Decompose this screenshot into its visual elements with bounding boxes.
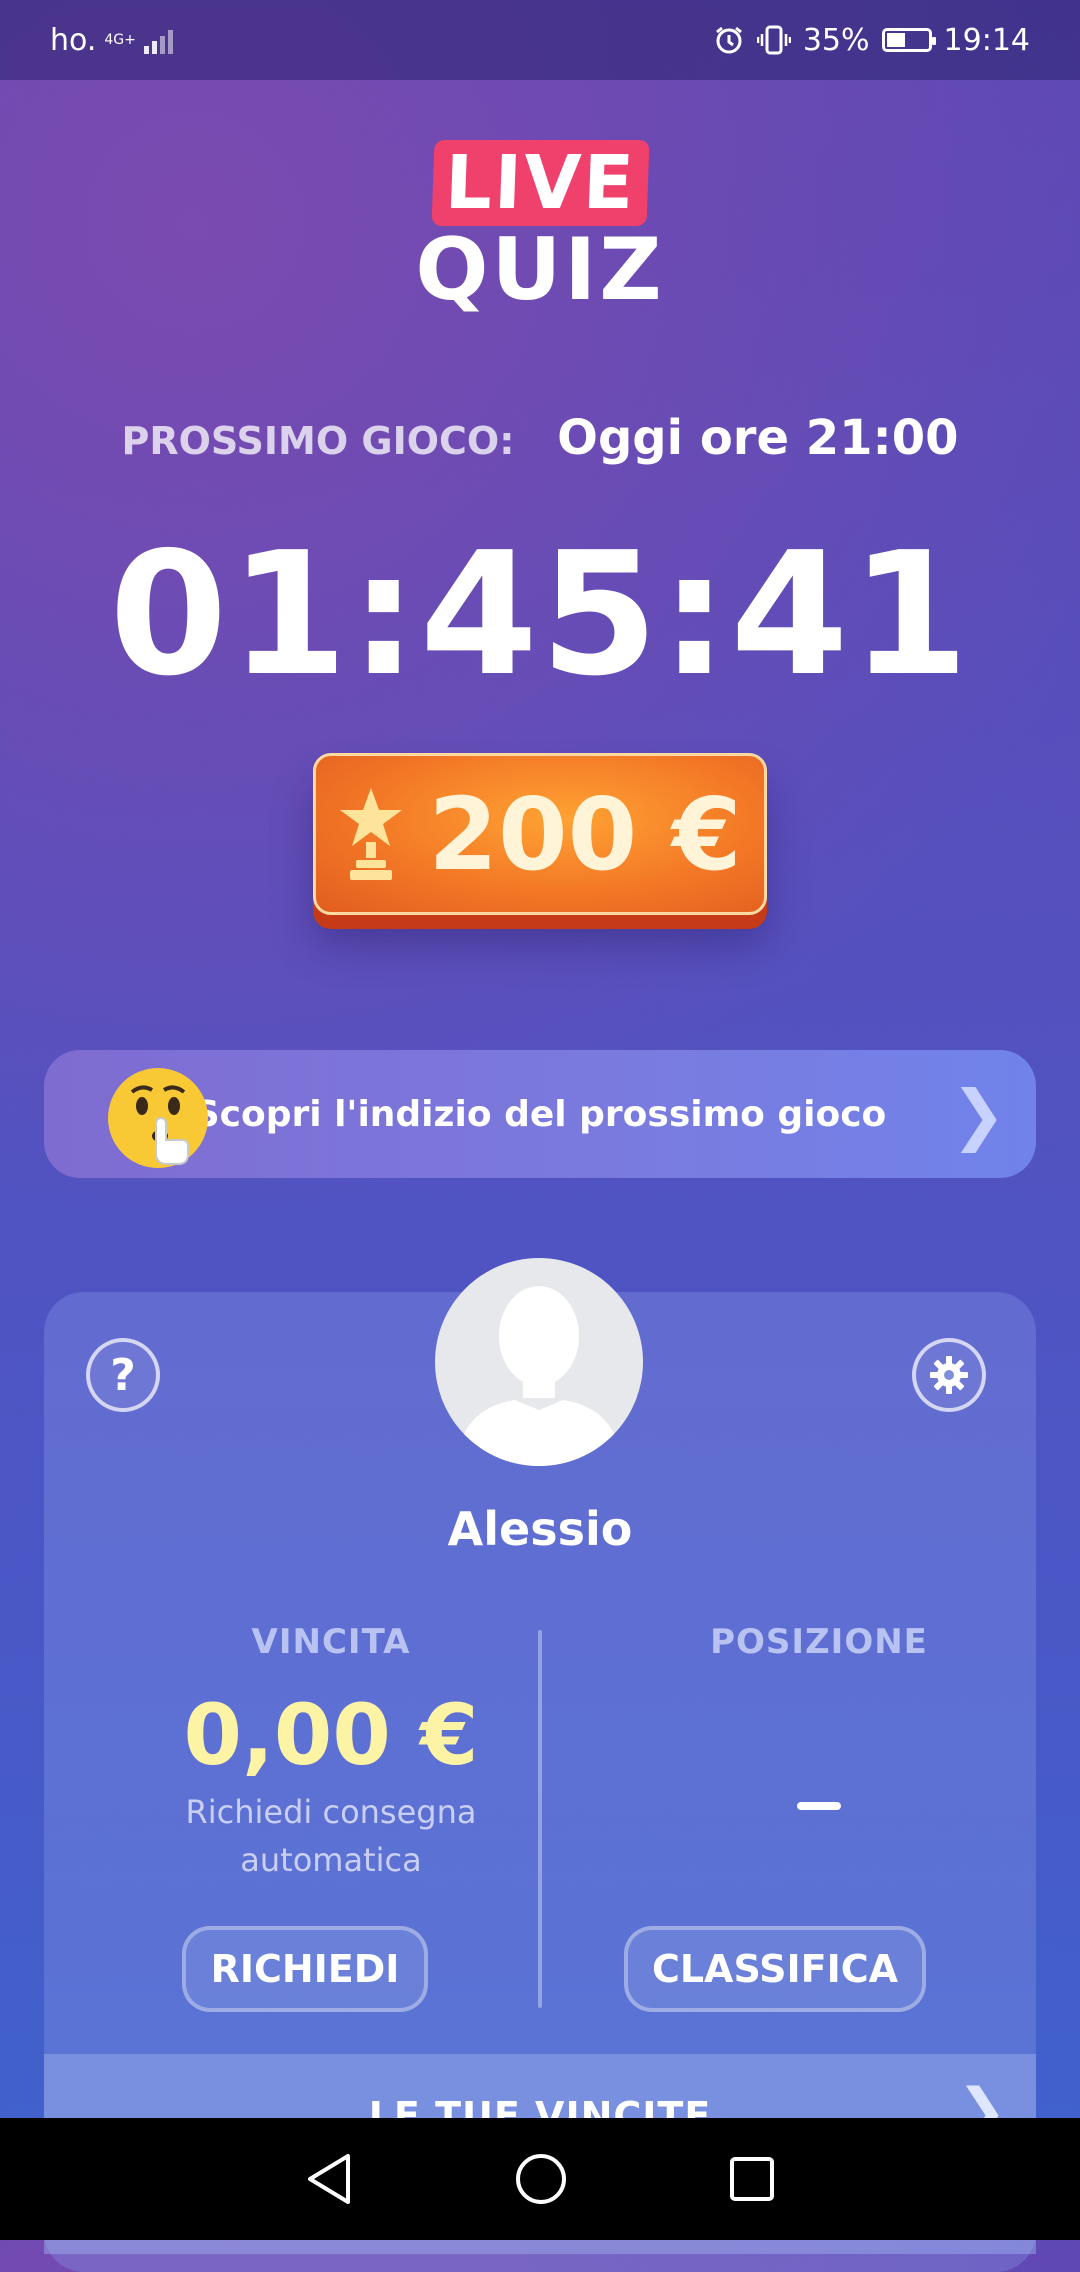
settings-button[interactable] (912, 1338, 986, 1412)
recents-icon[interactable] (728, 2155, 776, 2203)
user-silhouette-icon (455, 1286, 623, 1466)
battery-percent: 35% (802, 22, 870, 58)
status-left: ho. 4G+ (50, 23, 173, 58)
chevron-right-icon: ❯ (950, 1076, 1006, 1153)
battery-icon (881, 28, 936, 52)
next-game-label: PROSSIMO GIOCO: (121, 419, 515, 463)
network-type: 4G+ (104, 32, 136, 48)
app-logo: LIVE QUIZ (0, 140, 1080, 316)
status-bar: ho. 4G+ 35% 19:14 (0, 0, 1080, 80)
help-icon: ? (110, 1349, 136, 1401)
position-title: POSIZIONE (710, 1622, 928, 1662)
countdown-timer: 01:45:41 (109, 516, 971, 714)
next-game-time: Oggi ore 21:00 (557, 410, 959, 466)
system-nav-bar (0, 2118, 1080, 2240)
next-game: PROSSIMO GIOCO: Oggi ore 21:00 (0, 410, 1080, 466)
username: Alessio (447, 1502, 633, 1556)
gear-icon (930, 1356, 968, 1394)
winnings-title: VINCITA (251, 1622, 411, 1662)
alarm-icon (715, 26, 742, 54)
request-button[interactable]: RICHIEDI (182, 1926, 428, 2012)
prize-badge[interactable]: 200 € (313, 753, 767, 915)
position-section: POSIZIONE (614, 1622, 1024, 1810)
winnings-subtitle: Richiedi consegna automatica (185, 1793, 477, 1879)
help-button[interactable]: ? (86, 1338, 160, 1412)
signal-icon (143, 26, 173, 54)
column-divider (538, 1630, 542, 2008)
prize-amount: 200 € (428, 775, 742, 893)
hint-banner[interactable]: Scopri l'indizio del prossimo gioco ❯ (44, 1050, 1036, 1178)
trophy-star-icon (340, 788, 403, 880)
logo-quiz: QUIZ (415, 220, 665, 320)
home-icon[interactable] (514, 2152, 568, 2206)
clock: 19:14 (943, 22, 1030, 58)
back-icon[interactable] (304, 2152, 354, 2206)
leaderboard-button[interactable]: CLASSIFICA (624, 1926, 926, 2012)
shushing-face-icon (108, 1068, 208, 1168)
winnings-section: VINCITA 0,00 € Richiedi consegna automat… (126, 1622, 536, 1884)
position-value (797, 1802, 841, 1810)
avatar[interactable] (435, 1258, 643, 1466)
vibrate-icon (756, 25, 791, 55)
carrier-name: ho. (50, 22, 97, 58)
logo-live: LIVE (431, 140, 649, 226)
status-right: 35% 19:14 (713, 23, 1030, 58)
winnings-value: 0,00 € (183, 1686, 479, 1784)
hint-text: Scopri l'indizio del prossimo gioco (193, 1093, 887, 1135)
